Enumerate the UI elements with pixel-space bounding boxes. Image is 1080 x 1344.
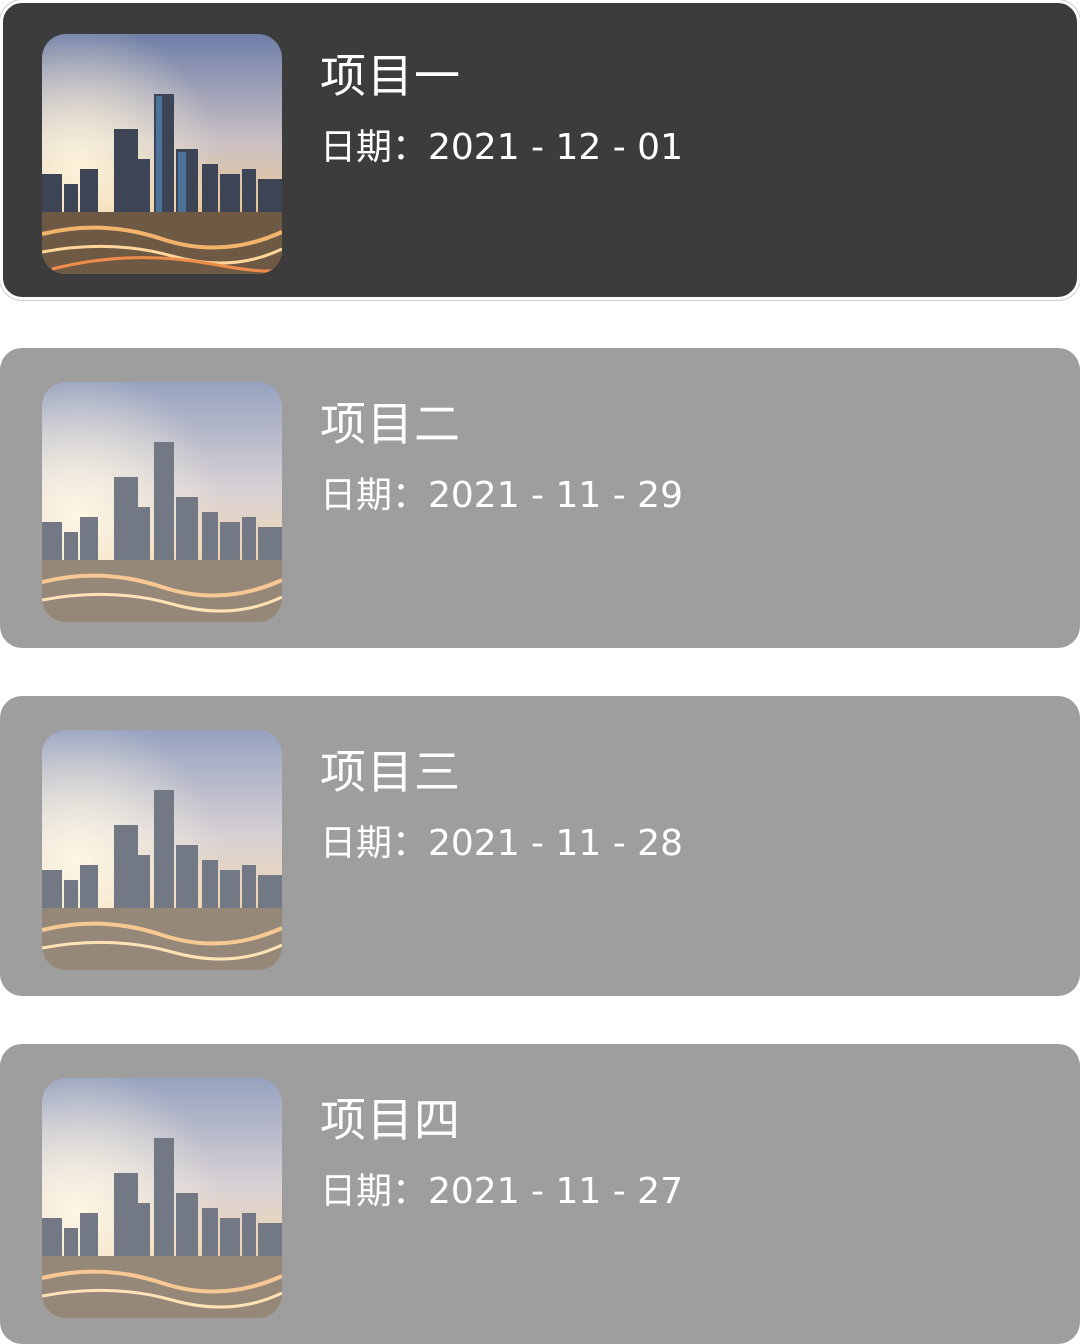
city-skyline-image (42, 34, 282, 274)
project-thumbnail-image (42, 382, 282, 622)
project-thumbnail-image (42, 1078, 282, 1318)
project-title: 项目一 (320, 49, 461, 103)
project-thumbnail-image (42, 34, 282, 274)
project-title: 项目三 (320, 745, 461, 799)
project-title: 项目二 (320, 397, 461, 451)
project-date: 日期：2021 - 11 - 29 (320, 475, 683, 516)
project-card-2[interactable]: 项目二 日期：2021 - 11 - 29 (0, 348, 1080, 648)
project-date: 日期：2021 - 12 - 01 (320, 127, 683, 168)
project-card-3[interactable]: 项目三 日期：2021 - 11 - 28 (0, 696, 1080, 996)
project-date: 日期：2021 - 11 - 27 (320, 1171, 683, 1212)
project-date: 日期：2021 - 11 - 28 (320, 823, 683, 864)
project-thumbnail-image (42, 730, 282, 970)
project-card-1[interactable]: 项目一 日期：2021 - 12 - 01 (0, 0, 1080, 300)
project-card-4[interactable]: 项目四 日期：2021 - 11 - 27 (0, 1044, 1080, 1344)
project-title: 项目四 (320, 1093, 461, 1147)
